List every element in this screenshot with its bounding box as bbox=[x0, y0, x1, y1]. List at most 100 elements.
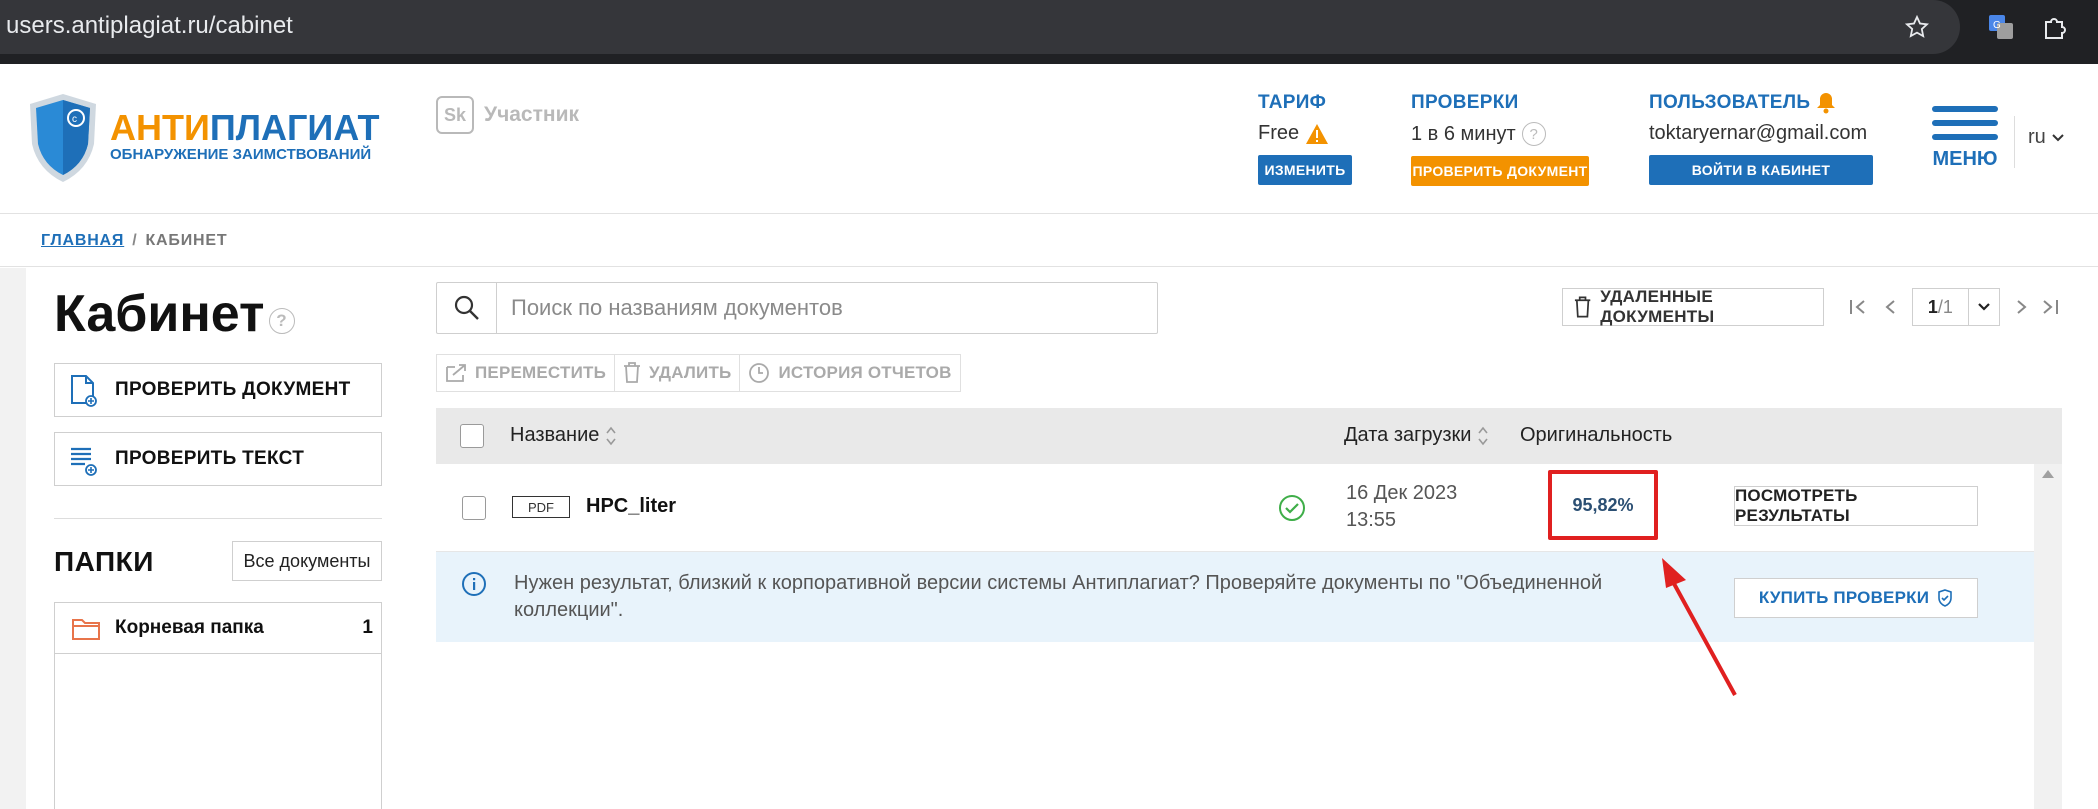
shield-check-icon bbox=[1938, 589, 1952, 607]
breadcrumb-home-link[interactable]: ГЛАВНАЯ bbox=[41, 232, 124, 250]
tariff-value-row: Free bbox=[1258, 122, 1352, 145]
hamburger-bar bbox=[1932, 120, 1998, 126]
tariff-block: ТАРИФ Free ИЗМЕНИТЬ bbox=[1258, 92, 1352, 185]
sort-icon bbox=[1478, 426, 1489, 445]
sidebar-divider bbox=[54, 518, 382, 519]
report-history-button[interactable]: ИСТОРИЯ ОТЧЕТОВ bbox=[740, 354, 961, 392]
table-scrollbar[interactable] bbox=[2034, 464, 2062, 809]
help-icon[interactable]: ? bbox=[268, 308, 295, 334]
scroll-up-arrow-icon[interactable] bbox=[2042, 470, 2054, 478]
buy-checks-button[interactable]: КУПИТЬ ПРОВЕРКИ bbox=[1734, 578, 1978, 618]
select-all-checkbox[interactable] bbox=[460, 424, 484, 448]
site-header: c АНТИПЛАГИАТ ОБНАРУЖЕНИЕ ЗАИМСТВОВАНИЙ … bbox=[0, 64, 2098, 214]
breadcrumb-separator: / bbox=[132, 231, 138, 249]
menu-button[interactable]: МЕНЮ bbox=[1932, 106, 1998, 171]
page-selector[interactable]: 1/1 bbox=[1912, 288, 2000, 326]
antiplagiat-shield-logo-icon[interactable]: c bbox=[26, 92, 100, 184]
pdf-file-icon: PDF bbox=[512, 496, 570, 518]
column-originality-header: Оригинальность bbox=[1520, 424, 1672, 447]
all-documents-button[interactable]: Все документы bbox=[232, 541, 382, 581]
table-row[interactable]: PDF HPC_liter 16 Дек 2023 13:55 95,82% П… bbox=[436, 464, 2034, 552]
check-document-button[interactable]: ПРОВЕРИТЬ ДОКУМЕНТ bbox=[54, 363, 382, 417]
bookmark-star-icon[interactable] bbox=[1902, 12, 1932, 42]
svg-text:c: c bbox=[72, 114, 77, 125]
delete-button[interactable]: УДАЛИТЬ bbox=[615, 354, 741, 392]
breadcrumb-current: КАБИНЕТ bbox=[145, 231, 228, 249]
browser-toolbar: users.antiplagiat.ru/cabinet G bbox=[0, 0, 2098, 64]
trash-icon bbox=[624, 362, 640, 383]
logo-title-anti: АНТИ bbox=[110, 107, 210, 148]
deleted-documents-button[interactable]: УДАЛЕННЫЕ ДОКУМЕНТЫ bbox=[1562, 287, 1824, 326]
check-text-button[interactable]: ПРОВЕРИТЬ ТЕКСТ bbox=[54, 432, 382, 486]
red-annotation-arrow bbox=[1662, 558, 1737, 696]
history-icon bbox=[749, 363, 770, 383]
move-button[interactable]: ПЕРЕМЕСТИТЬ bbox=[436, 354, 615, 392]
column-originality-label: Оригинальность bbox=[1520, 424, 1673, 446]
info-banner: Нужен результат, близкий к корпоративной… bbox=[436, 552, 2034, 642]
folder-icon bbox=[72, 619, 100, 640]
search-box[interactable] bbox=[436, 282, 1158, 334]
enter-cabinet-button[interactable]: ВОЙТИ В КАБИНЕТ bbox=[1649, 155, 1873, 185]
deleted-documents-label: УДАЛЕННЫЕ ДОКУМЕНТЫ bbox=[1600, 287, 1715, 326]
previous-page-icon[interactable] bbox=[1878, 294, 1902, 320]
column-date-header[interactable]: Дата загрузки bbox=[1344, 424, 1489, 447]
svg-text:G: G bbox=[1993, 20, 2001, 31]
search-input[interactable] bbox=[497, 295, 1137, 321]
view-results-button[interactable]: ПОСМОТРЕТЬ РЕЗУЛЬТАТЫ bbox=[1734, 486, 1978, 526]
originality-score[interactable]: 95,82% bbox=[1548, 470, 1658, 540]
hamburger-bar bbox=[1932, 134, 1998, 140]
column-name-header[interactable]: Название bbox=[510, 424, 617, 447]
column-name-label: Название bbox=[510, 424, 600, 446]
logo-title-plagiat: ПЛАГИАТ bbox=[209, 107, 380, 148]
report-history-label: ИСТОРИЯ ОТЧЕТОВ bbox=[778, 363, 952, 382]
lang-divider bbox=[2014, 116, 2015, 168]
user-email: toktaryernar@gmail.com bbox=[1649, 122, 1868, 144]
folders-title: ПАПКИ bbox=[54, 546, 154, 577]
user-block: ПОЛЬЗОВАТЕЛЬ toktaryernar@gmail.com ВОЙТ… bbox=[1649, 92, 1873, 185]
check-text-label: ПРОВЕРИТЬ ТЕКСТ bbox=[115, 448, 305, 469]
last-page-icon[interactable] bbox=[2038, 294, 2062, 320]
chevron-down-icon[interactable] bbox=[1967, 289, 1999, 325]
page-current: 1 bbox=[1927, 296, 1938, 317]
hamburger-icon bbox=[1932, 106, 1998, 112]
participant-label: Участник bbox=[484, 103, 580, 126]
notification-bell-icon[interactable] bbox=[1816, 92, 1836, 114]
info-text: Нужен результат, близкий к корпоративной… bbox=[514, 572, 1603, 621]
tariff-label: ТАРИФ bbox=[1258, 92, 1327, 113]
address-bar[interactable]: users.antiplagiat.ru/cabinet bbox=[0, 0, 1960, 54]
table-header: Название Дата загрузки Оригинальность bbox=[436, 408, 2062, 464]
next-page-icon[interactable] bbox=[2010, 294, 2034, 320]
checks-label: ПРОВЕРКИ bbox=[1411, 92, 1519, 113]
help-icon[interactable]: ? bbox=[1521, 122, 1546, 146]
folder-item[interactable]: Корневая папка 1 bbox=[54, 602, 382, 654]
translate-extension-icon[interactable]: G bbox=[1986, 12, 2016, 42]
first-page-icon[interactable] bbox=[1846, 294, 1870, 320]
trash-icon bbox=[1574, 296, 1591, 318]
info-icon bbox=[462, 572, 486, 596]
checks-block: ПРОВЕРКИ 1 в 6 минут ? ПРОВЕРИТЬ ДОКУМЕН… bbox=[1411, 92, 1589, 186]
menu-label: МЕНЮ bbox=[1932, 148, 1998, 170]
page-title-text: Кабинет bbox=[54, 285, 265, 343]
checks-value: 1 в 6 минут bbox=[1411, 122, 1516, 145]
check-document-header-button[interactable]: ПРОВЕРИТЬ ДОКУМЕНТ bbox=[1411, 156, 1589, 186]
user-label-row: ПОЛЬЗОВАТЕЛЬ bbox=[1649, 92, 1873, 114]
move-label: ПЕРЕМЕСТИТЬ bbox=[475, 363, 606, 382]
buy-checks-label: КУПИТЬ ПРОВЕРКИ bbox=[1758, 588, 1930, 607]
document-name[interactable]: HPC_liter bbox=[586, 495, 676, 518]
url-text[interactable]: users.antiplagiat.ru/cabinet bbox=[6, 12, 293, 40]
language-select[interactable]: ru bbox=[2028, 126, 2064, 149]
search-icon[interactable] bbox=[437, 283, 497, 333]
change-tariff-button[interactable]: ИЗМЕНИТЬ bbox=[1258, 155, 1352, 185]
document-toolbar: ПЕРЕМЕСТИТЬ УДАЛИТЬ ИСТОРИЯ ОТЧЕТОВ bbox=[436, 354, 961, 392]
language-value: ru bbox=[2028, 126, 2046, 148]
sort-icon bbox=[606, 426, 616, 445]
check-circle-icon bbox=[1279, 495, 1305, 521]
user-label: ПОЛЬЗОВАТЕЛЬ bbox=[1649, 92, 1811, 113]
column-date-label: Дата загрузки bbox=[1344, 424, 1472, 446]
page-title: Кабинет ? bbox=[54, 284, 295, 344]
extensions-puzzle-icon[interactable] bbox=[2040, 12, 2070, 42]
row-checkbox[interactable] bbox=[462, 496, 486, 520]
delete-label: УДАЛИТЬ bbox=[649, 363, 732, 382]
logo-title[interactable]: АНТИПЛАГИАТ bbox=[110, 108, 380, 148]
warning-icon[interactable] bbox=[1305, 123, 1329, 145]
